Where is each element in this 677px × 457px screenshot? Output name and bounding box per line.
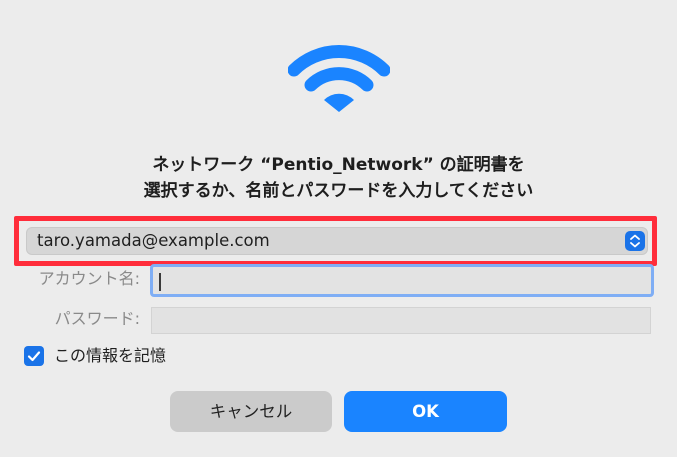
- wifi-credential-dialog: ネットワーク “Pentio_Network” の証明書を 選択するか、名前とパ…: [0, 0, 677, 457]
- certificate-popup-button[interactable]: taro.yamada@example.com: [26, 227, 648, 255]
- password-label: パスワード:: [54, 309, 140, 328]
- certificate-popup-value: taro.yamada@example.com: [37, 231, 270, 250]
- remember-label: この情報を記憶: [54, 346, 167, 365]
- account-name-label: アカウント名:: [38, 269, 140, 288]
- dialog-message-line-2: 選択するか、名前とパスワードを入力してください: [143, 181, 534, 201]
- account-name-field[interactable]: [150, 264, 654, 297]
- checkmark-icon: [27, 351, 41, 362]
- dialog-message: ネットワーク “Pentio_Network” の証明書を 選択するか、名前とパ…: [0, 152, 677, 204]
- dialog-message-line-1: ネットワーク “Pentio_Network” の証明書を: [152, 155, 525, 175]
- text-caret: [159, 273, 161, 291]
- wifi-icon: [287, 40, 391, 114]
- ok-button[interactable]: OK: [344, 391, 507, 432]
- chevron-up-down-icon: [625, 231, 645, 251]
- remember-checkbox[interactable]: [24, 346, 44, 366]
- cancel-button[interactable]: キャンセル: [170, 391, 332, 432]
- password-field[interactable]: [151, 307, 651, 334]
